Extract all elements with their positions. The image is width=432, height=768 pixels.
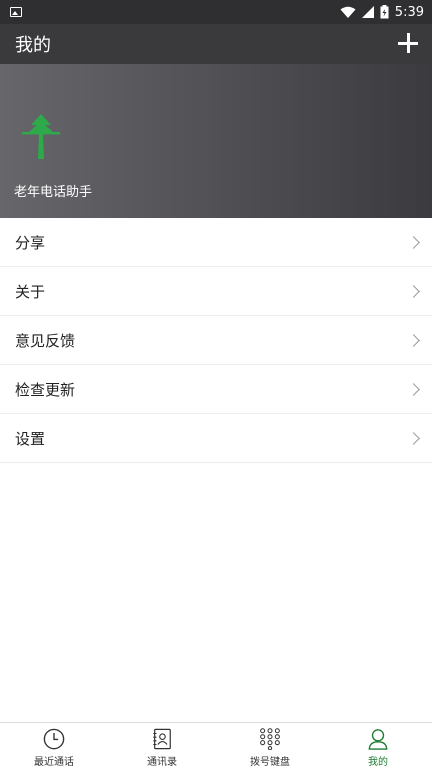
menu-item-about[interactable]: 关于 bbox=[0, 267, 432, 316]
settings-menu: 分享 关于 意见反馈 检查更新 设置 bbox=[0, 218, 432, 463]
nav-label: 拨号键盘 bbox=[250, 757, 290, 768]
status-right: 5:39 bbox=[340, 5, 424, 20]
signal-icon bbox=[361, 6, 374, 18]
nav-item-dialpad[interactable]: 拨号键盘 bbox=[216, 723, 324, 768]
chevron-right-icon bbox=[407, 431, 420, 445]
app-bar: 我的 bbox=[0, 24, 432, 64]
chevron-right-icon bbox=[407, 333, 420, 347]
person-icon bbox=[368, 729, 388, 750]
wifi-icon bbox=[340, 6, 356, 18]
battery-icon bbox=[380, 5, 389, 19]
status-time: 5:39 bbox=[394, 4, 424, 20]
chevron-right-icon bbox=[407, 382, 420, 396]
nav-item-mine[interactable]: 我的 bbox=[324, 723, 432, 768]
tree-icon bbox=[22, 114, 60, 159]
menu-item-label: 分享 bbox=[15, 233, 46, 252]
menu-item-label: 检查更新 bbox=[15, 380, 76, 399]
menu-item-feedback[interactable]: 意见反馈 bbox=[0, 316, 432, 365]
image-icon bbox=[10, 7, 22, 17]
chevron-right-icon bbox=[407, 235, 420, 249]
nav-label: 通讯录 bbox=[147, 757, 177, 768]
contacts-icon bbox=[153, 728, 171, 750]
status-bar: 5:39 bbox=[0, 0, 432, 24]
bottom-nav: 最近通话 通讯录 拨号键盘 我的 bbox=[0, 722, 432, 768]
menu-item-label: 意见反馈 bbox=[15, 331, 76, 350]
nav-item-recent-calls[interactable]: 最近通话 bbox=[0, 723, 108, 768]
status-left bbox=[10, 7, 22, 17]
menu-item-label: 关于 bbox=[15, 282, 46, 301]
menu-item-label: 设置 bbox=[15, 429, 46, 448]
app-name: 老年电话助手 bbox=[14, 185, 93, 200]
clock-icon bbox=[43, 728, 65, 750]
menu-item-share[interactable]: 分享 bbox=[0, 218, 432, 267]
profile-banner: 老年电话助手 bbox=[0, 64, 432, 218]
dialpad-icon bbox=[260, 728, 280, 750]
page-title: 我的 bbox=[15, 35, 51, 56]
menu-item-check-update[interactable]: 检查更新 bbox=[0, 365, 432, 414]
chevron-right-icon bbox=[407, 284, 420, 298]
nav-item-contacts[interactable]: 通讯录 bbox=[108, 723, 216, 768]
menu-item-settings[interactable]: 设置 bbox=[0, 414, 432, 463]
nav-label: 我的 bbox=[368, 757, 388, 768]
nav-label: 最近通话 bbox=[34, 757, 74, 768]
plus-icon[interactable] bbox=[398, 33, 420, 55]
